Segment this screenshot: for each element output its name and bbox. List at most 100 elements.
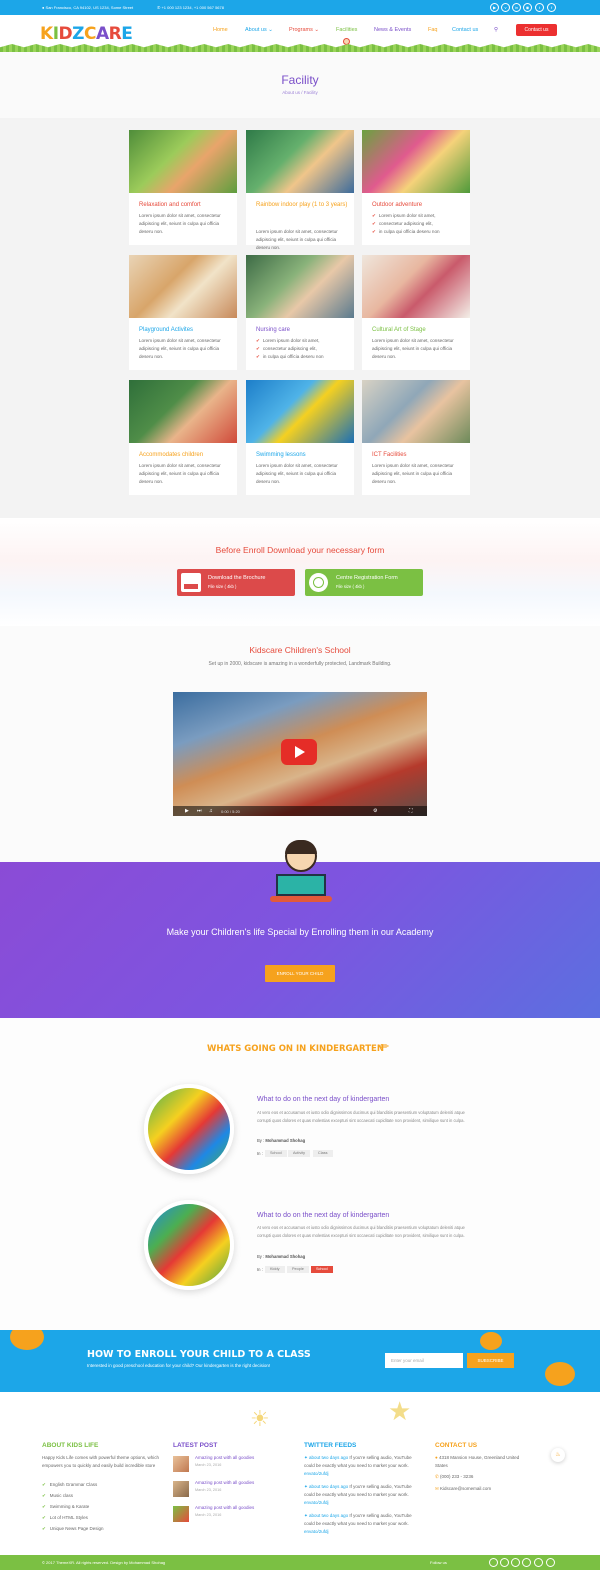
registration-download-button[interactable]: Centre Registration Form File size ( 4kb… <box>305 569 423 596</box>
news-image <box>144 1084 234 1174</box>
tag[interactable]: People <box>287 1266 309 1273</box>
nav-faq[interactable]: Faq <box>428 27 437 33</box>
footer: ★ ☀ ABOUT KIDS LIFE Happy Kids Life come… <box>0 1392 600 1555</box>
subscribe-heading: HOW TO ENROLL YOUR CHILD TO A CLASS <box>87 1349 311 1360</box>
list-item[interactable]: Swimming & Karate <box>42 1503 104 1511</box>
facility-image <box>129 255 237 318</box>
search-icon[interactable]: ⚲ <box>494 27 498 33</box>
facility-desc: Lorem ipsum dolor sit amet, consectetur … <box>256 463 338 484</box>
list-item[interactable]: Music class <box>42 1492 104 1500</box>
facility-title[interactable]: Nursing care <box>256 327 348 334</box>
facility-card[interactable]: Swimming lessons Lorem ipsum dolor sit a… <box>246 380 354 495</box>
facility-title[interactable]: Relaxation and comfort <box>139 202 231 209</box>
instagram-icon[interactable]: ◉ <box>523 3 532 12</box>
video-time: 0:00 / 5:20 <box>221 809 240 814</box>
news-author: By : Mohammad Shohag <box>257 1138 306 1143</box>
list-item: consectetur adipiscing elit, <box>372 220 464 228</box>
tags-label: In : <box>257 1151 263 1156</box>
play-button-icon[interactable] <box>281 739 317 765</box>
news-title[interactable]: What to do on the next day of kindergart… <box>257 1096 389 1103</box>
nav-programs[interactable]: Programs ⌄ <box>289 27 319 33</box>
facility-list: Lorem ipsum dolor sit amet, consectetur … <box>372 212 464 236</box>
tag-active[interactable]: School <box>311 1266 333 1273</box>
youtube-icon[interactable] <box>489 1558 498 1567</box>
list-item[interactable]: English Grammar Class <box>42 1481 104 1489</box>
linkedin-icon[interactable]: in <box>512 3 521 12</box>
video-player[interactable]: ▶ ⏭ ♫ 0:00 / 5:20 ⚙ ⛶ <box>173 692 427 816</box>
facebook-icon[interactable] <box>546 1558 555 1567</box>
nav-contact[interactable]: Contact us <box>452 27 478 33</box>
bottom-bar: © 2017 ThemeXR. All rights reserved. Des… <box>0 1555 600 1570</box>
nav-home[interactable]: Home <box>213 27 228 33</box>
nav-about[interactable]: About us ⌄ <box>245 27 273 33</box>
brochure-download-button[interactable]: Download the Brochure File size ( 4kb ) <box>177 569 295 596</box>
facility-card[interactable]: Accommodates children Lorem ipsum dolor … <box>129 380 237 495</box>
enroll-child-button[interactable]: ENROLL YOUR CHILD <box>265 965 335 982</box>
facility-title[interactable]: Rainbow indoor play (1 to 3 years) <box>256 202 348 209</box>
video-controls[interactable]: ▶ ⏭ ♫ 0:00 / 5:20 ⚙ ⛶ <box>173 806 427 816</box>
facility-card[interactable]: Playground Activites Lorem ipsum dolor s… <box>129 255 237 370</box>
facility-title[interactable]: Cultural Art of Stage <box>372 327 464 334</box>
volume-icon[interactable]: ♫ <box>209 808 213 814</box>
news-image <box>144 1200 234 1290</box>
breadcrumb: About us / Facility <box>282 90 318 95</box>
fullscreen-icon[interactable]: ⛶ <box>409 808 413 814</box>
tag[interactable]: Activity <box>288 1150 311 1157</box>
facility-title[interactable]: Swimming lessons <box>256 452 348 459</box>
facility-card[interactable]: Nursing care Lorem ipsum dolor sit amet,… <box>246 255 354 370</box>
twitter-icon[interactable] <box>534 1558 543 1567</box>
tag[interactable]: Kiddy <box>265 1266 285 1273</box>
settings-icon[interactable]: ⚙ <box>373 808 377 814</box>
list-item: Lorem ipsum dolor sit amet, <box>256 337 348 345</box>
school-title: Kidscare Children's School <box>249 645 351 655</box>
post-thumb[interactable] <box>173 1506 189 1522</box>
vimeo-icon[interactable]: v <box>501 3 510 12</box>
follow-label: Follow us <box>430 1560 447 1565</box>
bell-icon[interactable]: ♨ <box>551 1448 565 1462</box>
tag[interactable]: Class <box>313 1150 333 1157</box>
facility-desc: Lorem ipsum dolor sit amet, consectetur … <box>372 463 454 484</box>
tag[interactable]: School <box>265 1150 287 1157</box>
vimeo-icon[interactable] <box>500 1558 509 1567</box>
file-size: File size ( 4kb ) <box>208 584 237 589</box>
facility-image <box>362 380 470 443</box>
facility-title[interactable]: Outdoor adventure <box>372 202 464 209</box>
top-bar: ● San Francisco, CA 94102, US 1234, Some… <box>0 0 600 15</box>
nav-news[interactable]: News & Events <box>374 27 411 33</box>
school-video-section: Kidscare Children's School Set up in 200… <box>0 626 600 862</box>
twitter-icon[interactable]: t <box>535 3 544 12</box>
facility-title[interactable]: Accommodates children <box>139 452 231 459</box>
play-icon[interactable]: ▶ <box>185 808 189 814</box>
news-heading: WHATS GOING ON IN KINDERGARTEN <box>207 1044 384 1054</box>
facility-card[interactable]: Outdoor adventure Lorem ipsum dolor sit … <box>362 130 470 245</box>
news-text: At vero eos et accusamus et iusto odio d… <box>257 1110 465 1123</box>
contact-button[interactable]: Contact us <box>516 24 557 36</box>
instagram-icon[interactable] <box>522 1558 531 1567</box>
button-label: Download the Brochure <box>208 575 266 581</box>
facility-card[interactable]: ICT Facilities Lorem ipsum dolor sit ame… <box>362 380 470 495</box>
news-title[interactable]: What to do on the next day of kindergart… <box>257 1212 389 1219</box>
list-item[interactable]: Unique News Page Design <box>42 1525 104 1533</box>
facility-card[interactable]: Cultural Art of Stage Lorem ipsum dolor … <box>362 255 470 370</box>
list-item[interactable]: Lot of HTML Styles <box>42 1514 104 1522</box>
facebook-icon[interactable]: f <box>547 3 556 12</box>
file-size: File size ( 4kb ) <box>336 584 365 589</box>
facility-card[interactable]: Relaxation and comfort Lorem ipsum dolor… <box>129 130 237 245</box>
facility-title[interactable]: Playground Activites <box>139 327 231 334</box>
contact-email[interactable]: ✉ Kidscare@somemail.com <box>435 1485 491 1493</box>
site-logo[interactable]: KIDZCARE <box>40 24 133 44</box>
facility-card[interactable]: Rainbow indoor play (1 to 3 years) Lorem… <box>246 130 354 250</box>
youtube-icon[interactable]: ▶ <box>490 3 499 12</box>
mail-icon: ✉ <box>435 1486 439 1491</box>
post-thumb[interactable] <box>173 1481 189 1497</box>
email-input[interactable]: Enter your email <box>385 1353 463 1368</box>
post-thumb[interactable] <box>173 1456 189 1472</box>
paint-splash <box>10 1330 44 1350</box>
subscribe-button[interactable]: SUBSCRIBE <box>467 1353 514 1368</box>
linkedin-icon[interactable] <box>511 1558 520 1567</box>
facility-title[interactable]: ICT Facilities <box>372 452 464 459</box>
nav-facilities[interactable]: Facilities <box>336 27 357 33</box>
facility-desc: Lorem ipsum dolor sit amet, consectetur … <box>256 229 338 250</box>
next-icon[interactable]: ⏭ <box>197 808 202 814</box>
list-item: in culpa qui officia deseru non <box>372 228 464 236</box>
